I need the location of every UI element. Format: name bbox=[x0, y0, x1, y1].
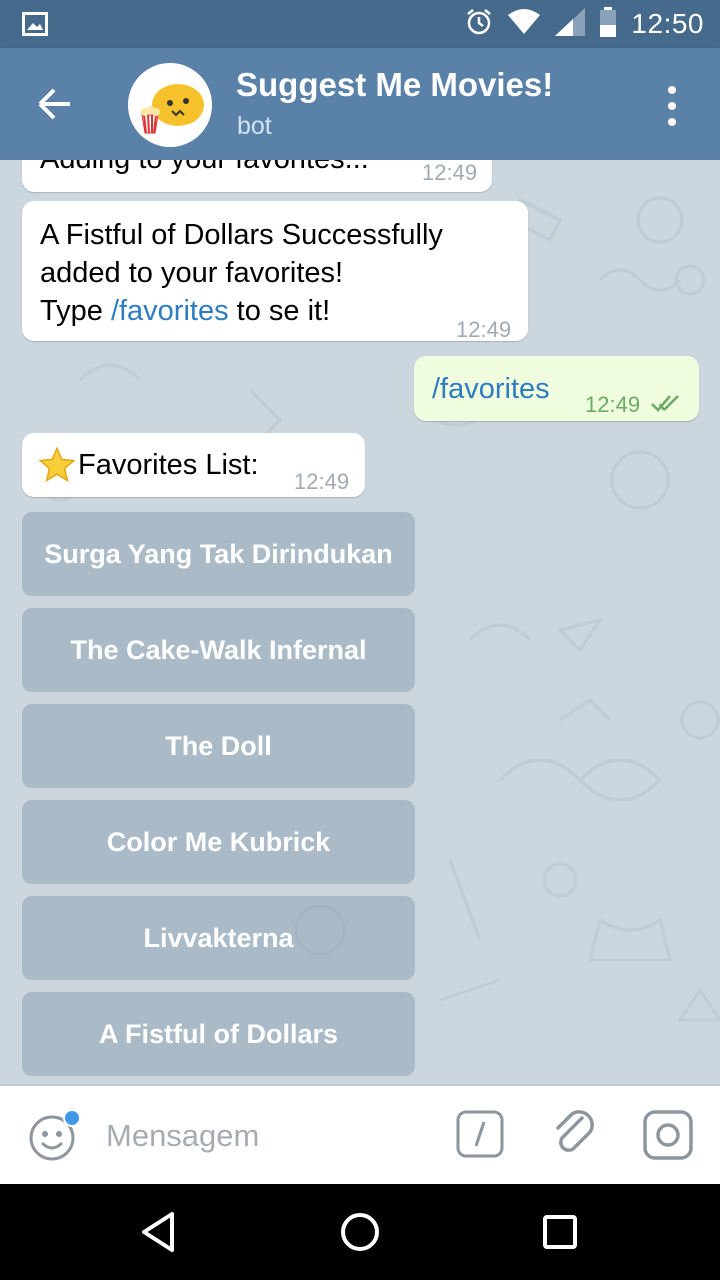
status-time: 12:50 bbox=[631, 8, 704, 39]
navigation-bar bbox=[0, 1184, 720, 1280]
message-line-prefix: Type bbox=[40, 295, 111, 327]
camera-icon[interactable] bbox=[643, 1110, 693, 1160]
keyboard-button[interactable]: The Cake-Walk Infernal bbox=[22, 608, 415, 692]
bot-command-icon[interactable] bbox=[456, 1110, 504, 1158]
signal-icon bbox=[555, 7, 586, 41]
avatar[interactable] bbox=[128, 63, 212, 147]
battery-icon bbox=[599, 6, 617, 42]
message-time: 12:49 bbox=[294, 469, 350, 494]
message-time: 12:49 bbox=[456, 317, 512, 342]
more-vert-icon[interactable] bbox=[660, 84, 684, 128]
home-circle-icon[interactable] bbox=[334, 1206, 386, 1258]
status-bar: 12:50 bbox=[0, 0, 720, 48]
keyboard-button[interactable]: The Doll bbox=[22, 704, 415, 788]
double-check-icon bbox=[650, 386, 686, 424]
keyboard-button[interactable]: Livvakterna bbox=[22, 896, 415, 980]
favorites-command-link[interactable]: /favorites bbox=[111, 295, 229, 327]
message-bubble[interactable]: A Fistful of Dollars Successfully added … bbox=[22, 201, 528, 342]
keyboard-button[interactable]: A Fistful of Dollars bbox=[22, 992, 415, 1076]
chat-header: Suggest Me Movies! bot bbox=[0, 48, 720, 160]
chat-area[interactable]: Adding to your favorites... 12:49 A Fist… bbox=[0, 160, 720, 1086]
message-time: 12:49 bbox=[422, 160, 478, 185]
wifi-icon bbox=[507, 8, 541, 40]
message-line: added to your favorites! bbox=[40, 257, 344, 289]
message-input[interactable] bbox=[104, 1106, 438, 1166]
message-text: Favorites List: bbox=[78, 449, 259, 481]
message-text: /favorites bbox=[432, 373, 550, 405]
alarm-icon bbox=[465, 8, 493, 41]
chat-subtitle: bot bbox=[237, 112, 272, 140]
keyboard-button[interactable]: Surga Yang Tak Dirindukan bbox=[22, 512, 415, 596]
message-input-bar bbox=[0, 1086, 720, 1184]
message-line: Type /favorites to se it! bbox=[40, 292, 520, 330]
message-text: Adding to your favorites... bbox=[40, 160, 369, 178]
chat-title[interactable]: Suggest Me Movies! bbox=[236, 66, 553, 104]
message-bubble[interactable]: Adding to your favorites... 12:49 bbox=[22, 160, 492, 192]
arrow-left-icon[interactable] bbox=[32, 84, 76, 124]
emoji-icon[interactable] bbox=[28, 1109, 81, 1162]
back-triangle-icon[interactable] bbox=[134, 1206, 186, 1258]
message-line: A Fistful of Dollars Successfully bbox=[40, 219, 443, 251]
recents-square-icon[interactable] bbox=[534, 1206, 586, 1258]
image-icon bbox=[22, 12, 48, 41]
message-time: 12:49 bbox=[585, 392, 641, 417]
message-text: A Fistful of Dollars Successfully added … bbox=[40, 216, 520, 330]
attach-icon[interactable] bbox=[550, 1108, 600, 1160]
message-line-suffix: to se it! bbox=[228, 295, 331, 327]
message-bubble[interactable]: Favorites List: 12:49 bbox=[22, 433, 365, 497]
message-bubble-outgoing[interactable]: /favorites 12:49 bbox=[414, 356, 699, 421]
star-icon bbox=[38, 446, 76, 494]
keyboard-button[interactable]: Color Me Kubrick bbox=[22, 800, 415, 884]
